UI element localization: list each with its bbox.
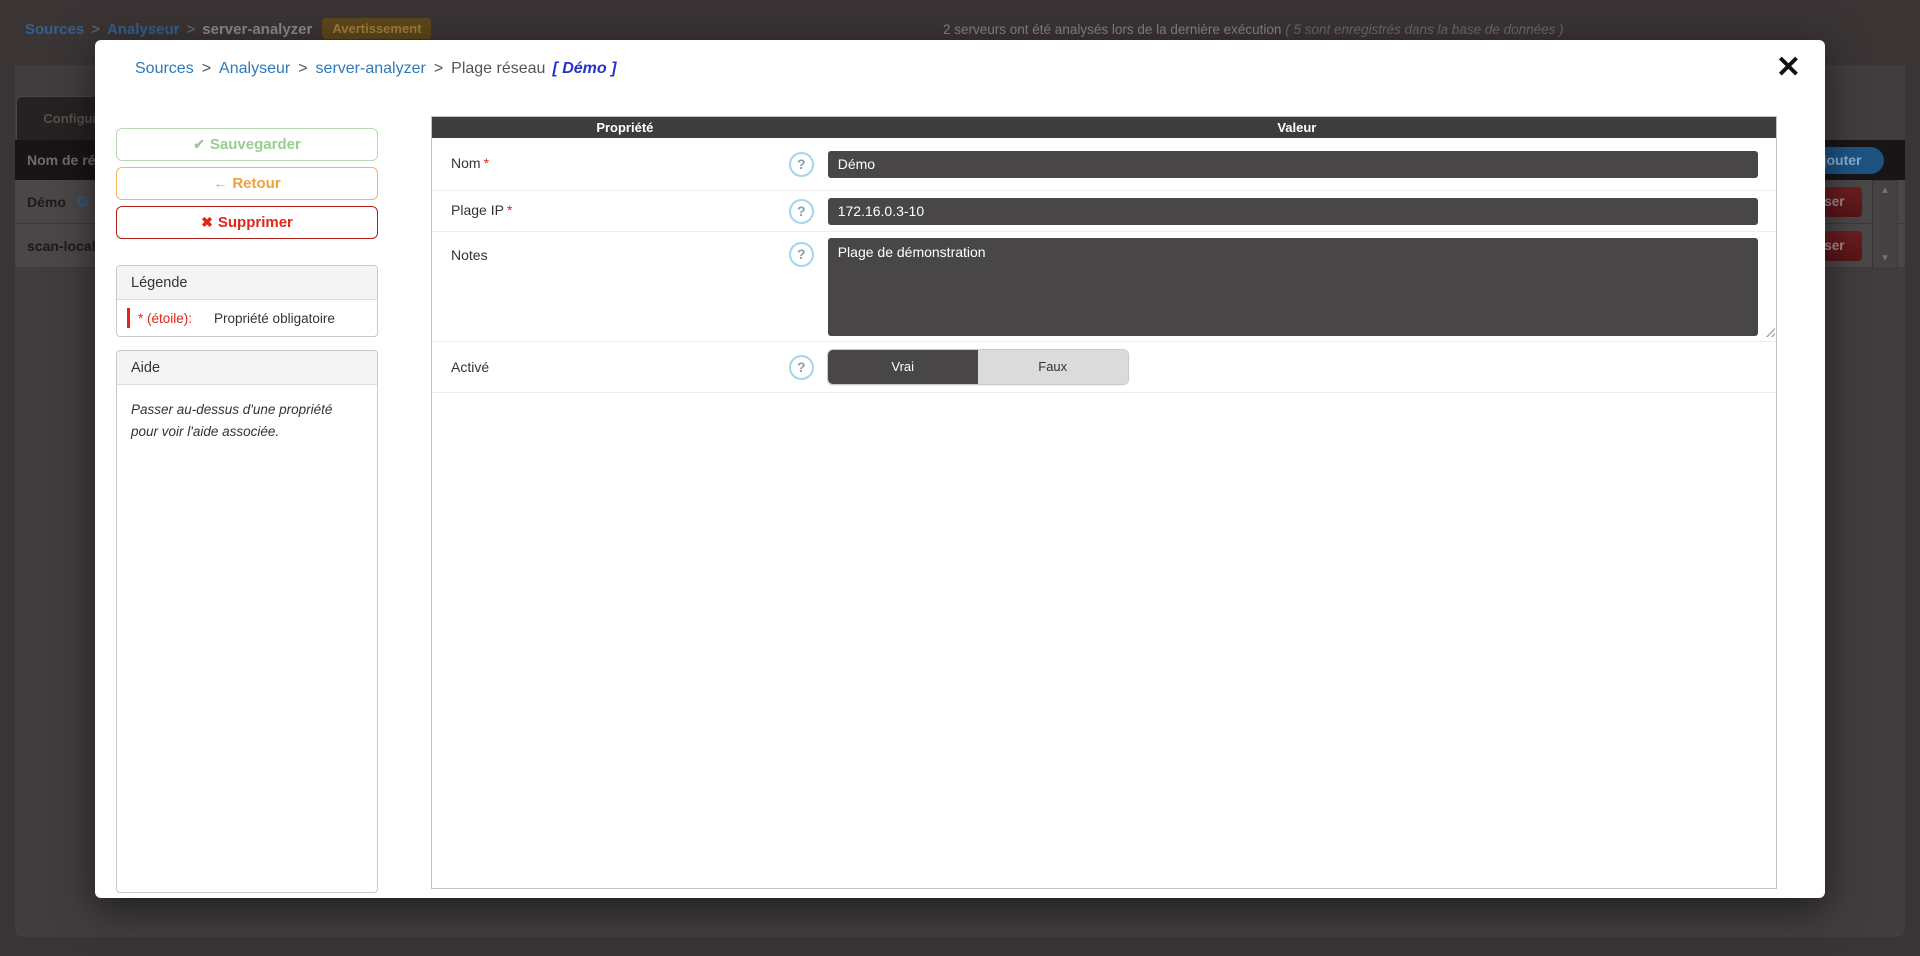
- scroll-up-icon[interactable]: ▲: [1873, 185, 1897, 196]
- column-header-property: Propriété: [432, 117, 818, 138]
- modal-breadcrumb-link-analyzer[interactable]: server-analyzer: [316, 60, 426, 77]
- required-star: *: [484, 155, 489, 171]
- value-cell: Plage de démonstration: [818, 238, 1776, 341]
- back-button-label: Retour: [232, 175, 280, 192]
- help-icon[interactable]: ?: [789, 355, 814, 380]
- breadcrumb-separator: >: [434, 60, 443, 77]
- network-name: Démo: [27, 194, 66, 210]
- property-table: Propriété Valeur Nom* ? Plage IP* ? Note: [431, 116, 1777, 889]
- close-icon[interactable]: ✕: [1776, 52, 1801, 84]
- legend-marker: [127, 308, 130, 328]
- breadcrumb-separator: >: [91, 21, 100, 38]
- legend-key: * (étoile):: [138, 311, 192, 326]
- arrow-left-icon: ←: [213, 175, 227, 191]
- check-icon: ✔: [193, 136, 205, 152]
- legend-value: Propriété obligatoire: [214, 311, 335, 326]
- modal-breadcrumb-link-analyseur[interactable]: Analyseur: [219, 60, 290, 77]
- table-row-nom: Nom* ?: [432, 138, 1776, 191]
- property-cell: Plage IP* ?: [432, 199, 818, 224]
- cross-icon: ✖: [201, 214, 213, 230]
- save-button-label: Sauvegarder: [210, 136, 301, 153]
- modal-breadcrumb: Sources > Analyseur > server-analyzer > Plage …: [135, 60, 616, 78]
- property-cell: Activé ?: [432, 355, 818, 380]
- required-star: *: [507, 202, 512, 218]
- help-icon[interactable]: ?: [789, 242, 814, 267]
- table-row-plage-ip: Plage IP* ?: [432, 191, 1776, 232]
- delete-button-label: Supprimer: [218, 214, 293, 231]
- modal-sidebar: ✔ Sauvegarder ← Retour ✖ Supprimer Légende …: [116, 128, 378, 893]
- property-cell: Nom* ?: [432, 152, 818, 177]
- breadcrumb-separator: >: [298, 60, 307, 77]
- help-panel: Aide Passer au-dessus d'une propriété po…: [116, 350, 378, 893]
- modal-context-name: [ Démo ]: [552, 60, 616, 77]
- active-toggle[interactable]: Vrai Faux: [828, 350, 1128, 384]
- help-panel-text: Passer au-dessus d'une propriété pour vo…: [117, 385, 377, 458]
- table-row-active: Activé ? Vrai Faux: [432, 342, 1776, 393]
- field-label-active: Activé: [451, 359, 489, 375]
- scroll-down-icon[interactable]: ▼: [1873, 253, 1897, 264]
- gear-icon[interactable]: ⚙: [76, 194, 89, 211]
- breadcrumb-separator: >: [187, 21, 196, 38]
- field-label-nom: Nom: [451, 155, 481, 171]
- scan-status-note-text: ( 5 sont enregistrés dans la base de don…: [1285, 22, 1563, 37]
- network-name: scan-local: [27, 238, 95, 254]
- scan-status-text: 2 serveurs ont été analysés lors de la d…: [943, 22, 1564, 37]
- legend-title: Légende: [117, 266, 377, 300]
- help-icon[interactable]: ?: [789, 199, 814, 224]
- list-scrollbar[interactable]: ▲ ▼: [1872, 180, 1898, 269]
- background-top-strip: [0, 0, 1920, 12]
- breadcrumb-link-sources[interactable]: Sources: [25, 21, 84, 38]
- modal-page-title: Plage réseau: [451, 60, 545, 77]
- property-cell: Notes ?: [432, 238, 818, 267]
- network-range-modal: Sources > Analyseur > server-analyzer > Plage …: [95, 40, 1825, 898]
- scan-status-main: 2 serveurs ont été analysés lors de la d…: [943, 22, 1281, 37]
- nom-input[interactable]: [828, 151, 1758, 178]
- legend-panel: Légende * (étoile): Propriété obligatoir…: [116, 265, 378, 337]
- field-label-notes: Notes: [451, 247, 488, 263]
- breadcrumb-current: server-analyzer: [202, 21, 312, 38]
- plage-ip-input[interactable]: [828, 198, 1758, 225]
- field-label-plage-ip: Plage IP: [451, 202, 504, 218]
- save-button[interactable]: ✔ Sauvegarder: [116, 128, 378, 161]
- value-cell: Vrai Faux: [818, 350, 1776, 384]
- breadcrumb-separator: >: [202, 60, 211, 77]
- legend-body: * (étoile): Propriété obligatoire: [117, 300, 377, 336]
- toggle-option-false[interactable]: Faux: [978, 350, 1128, 384]
- notes-textarea[interactable]: Plage de démonstration: [828, 238, 1758, 336]
- back-button[interactable]: ← Retour: [116, 167, 378, 200]
- help-panel-title: Aide: [117, 351, 377, 385]
- status-badge: Avertissement: [322, 18, 431, 39]
- toggle-option-true[interactable]: Vrai: [828, 350, 978, 384]
- property-table-header: Propriété Valeur: [432, 117, 1776, 138]
- column-header-value: Valeur: [818, 117, 1776, 138]
- delete-button[interactable]: ✖ Supprimer: [116, 206, 378, 239]
- value-cell: [818, 151, 1776, 178]
- modal-breadcrumb-link-sources[interactable]: Sources: [135, 60, 194, 77]
- breadcrumb: Sources > Analyseur > server-analyzer Avertis…: [25, 18, 431, 39]
- value-cell: [818, 198, 1776, 225]
- help-icon[interactable]: ?: [789, 152, 814, 177]
- table-row-notes: Notes ? Plage de démonstration: [432, 232, 1776, 342]
- breadcrumb-link-analyseur[interactable]: Analyseur: [107, 21, 180, 38]
